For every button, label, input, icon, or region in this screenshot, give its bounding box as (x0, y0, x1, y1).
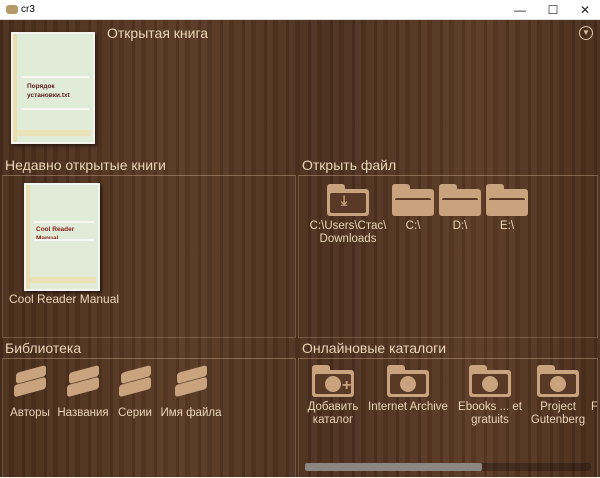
library-authors[interactable]: Авторы (6, 363, 54, 420)
books-icon (115, 363, 155, 403)
catalog-ebooks-gratuits[interactable]: Ebooks ... et gratuits (457, 365, 523, 427)
catalog-label: Project Gutenberg (530, 401, 586, 426)
drive-e-item[interactable]: E:\ (485, 184, 529, 233)
recent-books-panel: Cool Reader Manual Cool Reader Manual (2, 175, 296, 338)
library-authors-label: Авторы (10, 407, 50, 419)
folder-icon (439, 184, 481, 216)
current-book-header: Открытая книга (107, 25, 209, 41)
download-folder-icon: ⤓ (327, 184, 369, 216)
catalog-internet-archive[interactable]: Internet Archive (365, 365, 451, 414)
catalog-label: F (591, 401, 598, 413)
library-panel: Авторы Названия Серии Имя файла (2, 358, 296, 478)
current-book-title: Порядок установки.txt (27, 83, 70, 99)
scrollbar-thumb[interactable] (305, 463, 483, 471)
online-catalogs-panel: + Добавить каталог Internet Archive Ebook… (298, 358, 598, 478)
folder-icon (392, 184, 434, 216)
drive-d-label: D:\ (452, 220, 468, 232)
library-filename[interactable]: Имя файла (159, 363, 223, 420)
globe-folder-icon (537, 365, 579, 397)
close-button[interactable]: ✕ (570, 0, 600, 20)
window-title: cr3 (21, 4, 35, 15)
home-screen: Порядок установки.txt Открытая книга ▼ Н… (0, 20, 600, 478)
drive-d-item[interactable]: D:\ (438, 184, 482, 233)
online-catalogs-header: Онлайновые каталоги (302, 340, 447, 356)
app-icon (6, 5, 18, 14)
current-book-cover[interactable]: Порядок установки.txt (11, 32, 95, 144)
add-catalog-label: Добавить каталог (307, 401, 359, 426)
library-series[interactable]: Серии (113, 363, 157, 420)
open-file-panel: ⤓ C:\Users\Стас\ Downloads C:\ D:\ E:\ (298, 175, 598, 338)
books-icon (10, 363, 50, 403)
books-icon (171, 363, 211, 403)
maximize-button[interactable]: ☐ (538, 0, 568, 20)
library-header: Библиотека (5, 340, 82, 356)
add-catalog-item[interactable]: + Добавить каталог (305, 365, 361, 427)
drive-e-label: E:\ (499, 220, 515, 232)
globe-folder-icon (469, 365, 511, 397)
library-titles[interactable]: Названия (55, 363, 111, 420)
downloads-label: C:\Users\Стас\ Downloads (309, 220, 387, 245)
catalog-project-gutenberg[interactable]: Project Gutenberg (527, 365, 589, 427)
catalog-label: Ebooks ... et gratuits (458, 401, 522, 426)
title-bar: cr3 — ☐ ✕ (0, 0, 600, 20)
recent-book-cover[interactable]: Cool Reader Manual (24, 183, 100, 291)
horizontal-scrollbar[interactable] (305, 463, 591, 471)
drive-c-item[interactable]: C:\ (391, 184, 435, 233)
downloads-item[interactable]: ⤓ C:\Users\Стас\ Downloads (307, 184, 389, 246)
library-titles-label: Названия (57, 407, 109, 419)
minimize-button[interactable]: — (505, 0, 535, 20)
catalog-more[interactable]: F (591, 365, 598, 414)
catalog-label: Internet Archive (368, 401, 448, 413)
recent-book-label[interactable]: Cool Reader Manual (9, 293, 119, 306)
open-file-header: Открыть файл (302, 157, 397, 173)
library-filename-label: Имя файла (160, 407, 222, 419)
globe-folder-icon (387, 365, 429, 397)
menu-icon[interactable]: ▼ (579, 26, 593, 40)
recent-books-header: Недавно открытые книги (5, 157, 167, 173)
add-catalog-icon: + (312, 365, 354, 397)
library-series-label: Серии (118, 407, 152, 419)
drive-c-label: C:\ (405, 220, 421, 232)
books-icon (63, 363, 103, 403)
folder-icon (486, 184, 528, 216)
